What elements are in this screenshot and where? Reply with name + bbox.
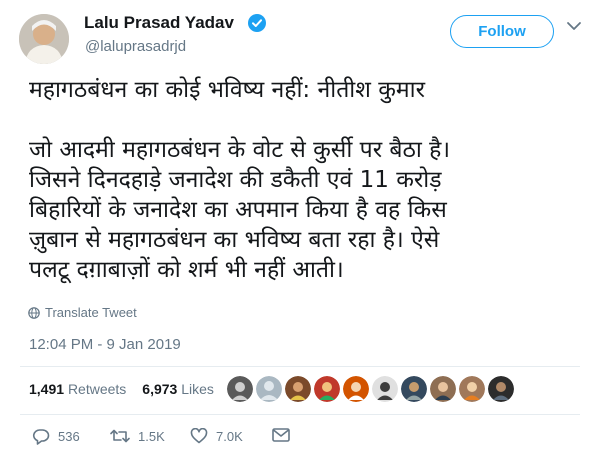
tweet-stats: 1,491 Retweets 6,973 Likes — [29, 381, 214, 397]
retweets-count: 1,491 — [29, 381, 65, 397]
retweet-icon — [110, 429, 130, 443]
liker-avatar[interactable] — [430, 376, 456, 402]
follow-button[interactable]: Follow — [450, 15, 554, 48]
envelope-icon — [272, 428, 290, 442]
direct-message-button[interactable] — [272, 428, 290, 442]
author-name[interactable]: Lalu Prasad Yadav — [84, 13, 234, 33]
verified-badge-icon — [248, 14, 266, 32]
divider — [20, 414, 580, 415]
likes-label: Likes — [181, 381, 214, 397]
liker-avatar[interactable] — [256, 376, 282, 402]
author-avatar[interactable] — [19, 14, 69, 64]
likes-stat[interactable]: 6,973 Likes — [142, 381, 214, 397]
retweets-label: Retweets — [67, 381, 127, 397]
divider — [20, 366, 580, 367]
tweet-body: जो आदमी महागठबंधन के वोट से कुर्सी पर बै… — [29, 137, 451, 283]
translate-tweet-link[interactable]: Translate Tweet — [28, 305, 137, 320]
chevron-down-icon[interactable] — [566, 20, 582, 32]
liker-avatars — [227, 376, 514, 402]
retweet-button[interactable]: 1.5K — [110, 428, 165, 444]
likes-count: 6,973 — [142, 381, 178, 397]
heart-icon — [190, 428, 208, 444]
retweet-count: 1.5K — [138, 428, 165, 444]
like-button[interactable]: 7.0K — [190, 428, 243, 444]
reply-count: 536 — [58, 429, 80, 444]
translate-label[interactable]: Translate Tweet — [45, 305, 137, 320]
liker-avatar[interactable] — [285, 376, 311, 402]
liker-avatar[interactable] — [227, 376, 253, 402]
tweet-timestamp[interactable]: 12:04 PM - 9 Jan 2019 — [29, 336, 181, 353]
reply-button[interactable]: 536 — [32, 428, 80, 445]
liker-avatar[interactable] — [314, 376, 340, 402]
liker-avatar[interactable] — [401, 376, 427, 402]
globe-icon — [28, 306, 40, 319]
like-count: 7.0K — [216, 428, 243, 444]
tweet-text: महागठबंधन का कोई भविष्य नहीं: नीतीश कुमा… — [29, 75, 594, 285]
liker-avatar[interactable] — [372, 376, 398, 402]
retweets-stat[interactable]: 1,491 Retweets — [29, 381, 126, 397]
liker-avatar[interactable] — [343, 376, 369, 402]
liker-avatar[interactable] — [459, 376, 485, 402]
liker-avatar[interactable] — [488, 376, 514, 402]
reply-icon — [33, 429, 50, 445]
author-handle[interactable]: @laluprasadrjd — [85, 38, 186, 55]
tweet-headline: महागठबंधन का कोई भविष्य नहीं: नीतीश कुमा… — [29, 77, 425, 103]
